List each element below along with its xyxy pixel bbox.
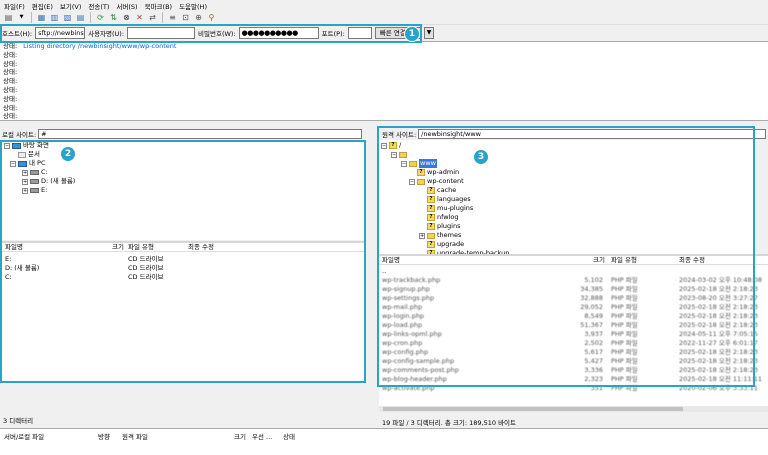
log-row: 상태: [3,59,18,68]
compare-icon[interactable]: ⊡ [180,12,191,23]
toggle-tree-icon[interactable]: ▥ [49,12,60,23]
log-row: 상태: [3,68,18,77]
quickconnect-dropdown-icon[interactable]: ▼ [424,26,434,39]
toggle-log-icon[interactable]: ▦ [36,12,47,23]
menu-help[interactable]: 도움말(H) [179,1,207,11]
reconnect-icon[interactable]: ⇄ [147,12,158,23]
menu-view[interactable]: 보기(V) [60,1,81,11]
log-row: 상태: [3,50,18,59]
remote-status: 19 파일 / 3 디렉터리. 총 크기: 189,510 바이트 [382,419,517,427]
search-icon[interactable]: ⚲ [206,12,217,23]
menu-bookmarks[interactable]: 북마크(B) [145,1,172,11]
horizontal-scrollbar[interactable] [379,406,768,412]
toolbar-divider [31,12,32,23]
menu-edit[interactable]: 편집(E) [32,1,53,11]
dropdown-arrow-icon[interactable]: ▼ [16,12,27,23]
toggle-queue-icon[interactable]: ▤ [75,12,86,23]
col-remote-file[interactable]: 원격 파일 [122,431,148,441]
col-direction[interactable]: 방향 [98,431,110,441]
col-status[interactable]: 상태 [283,431,295,441]
local-site-input[interactable]: # [38,128,362,139]
disconnect-icon[interactable]: ✕ [134,12,145,23]
callout-box-remote [377,126,755,387]
site-manager-icon[interactable]: ▤ [3,12,14,23]
local-status: 3 디렉터리 [3,417,34,425]
toolbar-divider [90,12,91,23]
log-row: 상태: [3,103,18,112]
log-row: 상태: [3,94,18,103]
message-log[interactable]: 상태: Listing directory /newbinsight/www/wp… [0,41,768,121]
transfer-queue[interactable]: 서버/로컬 파일 방향 원격 파일 크기 우선 ... 상태 [0,428,768,455]
log-message: Listing directory /newbinsight/www/wp-co… [23,42,177,50]
sync-browse-icon[interactable]: ⊕ [193,12,204,23]
callout-box-local [0,140,366,383]
log-row: 상태: [3,85,18,94]
callout-badge: 2 [60,146,76,162]
log-row: 상태: Listing directory /newbinsight/www/wp… [3,42,768,51]
callout-box-quickconnect [0,24,422,43]
callout-badge: 3 [473,149,489,165]
menu-bar: 파일(F) 편집(E) 보기(V) 전송(T) 서버(S) 북마크(B) 도움말… [0,0,768,11]
toolbar: ▤ ▼ ▦ ▥ ▧ ▤ ⟳ ⇅ ⊗ ✕ ⇄ ≡ ⊡ ⊕ ⚲ [0,11,768,25]
log-row: 상태: [3,77,18,86]
scrollbar-thumb[interactable] [383,407,683,411]
refresh-icon[interactable]: ⟳ [95,12,106,23]
log-label: 상태: [3,42,18,50]
toolbar-divider [162,12,163,23]
col-server-local-file[interactable]: 서버/로컬 파일 [4,431,44,441]
process-queue-icon[interactable]: ⇅ [108,12,119,23]
menu-server[interactable]: 서버(S) [116,1,137,11]
col-size[interactable]: 크기 [234,431,246,441]
toggle-remote-tree-icon[interactable]: ▧ [62,12,73,23]
menu-transfer[interactable]: 전송(T) [88,1,109,11]
col-priority[interactable]: 우선 ... [252,431,272,441]
log-row: 상태: [3,112,18,121]
cancel-icon[interactable]: ⊗ [121,12,132,23]
local-site-bar: 로컬 사이트: # [2,128,362,139]
callout-badge: 1 [404,26,420,42]
filter-icon[interactable]: ≡ [167,12,178,23]
local-site-label: 로컬 사이트: [2,130,37,139]
menu-file[interactable]: 파일(F) [4,1,25,11]
